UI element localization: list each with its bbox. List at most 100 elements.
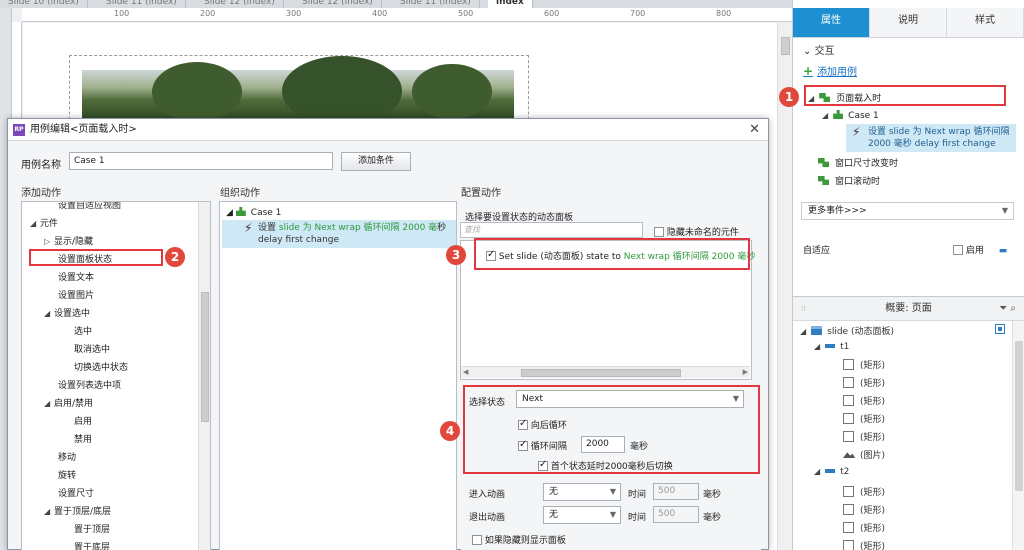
interval-input[interactable]: 2000 (581, 436, 625, 453)
editor-tab-active[interactable]: index (488, 0, 533, 8)
case-name-input[interactable]: Case 1 (69, 152, 333, 170)
enter-animation-dropdown[interactable]: 无 ▼ (543, 483, 621, 501)
outline-item[interactable]: (矩形) (843, 521, 885, 534)
action-tree-item-label: 选中 (74, 327, 93, 337)
tab-style[interactable]: 样式 (947, 8, 1024, 37)
action-tree-item[interactable]: 设置尺寸 (58, 486, 94, 499)
action-tree-item[interactable]: 启用 (74, 414, 92, 427)
action-tree-item[interactable]: ◢ 置于顶层/底层 (44, 504, 111, 517)
action-tree-item[interactable]: ◢ 元件 (30, 216, 58, 229)
image-icon (843, 452, 855, 458)
outline-item[interactable]: (矩形) (843, 430, 885, 443)
org-case-row[interactable]: ◢ Case 1 (226, 207, 281, 218)
event-window-resize[interactable]: 窗口尺寸改变时 (818, 156, 898, 169)
slide-photo[interactable] (82, 56, 514, 126)
wrap-checkbox[interactable]: 向后循环 (518, 418, 567, 431)
filter-icon[interactable]: ⏷ (999, 303, 1007, 314)
action-tree-item[interactable]: 设置列表选中项 (58, 378, 121, 391)
case-row[interactable]: ◢ Case 1 (822, 110, 879, 121)
action-tree-item-label: 移动 (58, 453, 77, 463)
editor-tab[interactable]: Slide 10 (index) (0, 0, 88, 8)
outline-item[interactable]: (矩形) (843, 503, 885, 516)
add-condition-button[interactable]: 添加条件 (341, 152, 411, 171)
action-tree-item[interactable]: ◢ 启用/禁用 (44, 396, 93, 409)
editor-tab[interactable]: Slide 11 (index) (98, 0, 186, 8)
plus-icon: + (803, 64, 814, 78)
rectangle-icon (843, 431, 854, 442)
close-icon[interactable]: ✕ (749, 119, 760, 141)
action-tree-item[interactable]: 旋转 (58, 468, 76, 481)
tab-notes[interactable]: 说明 (870, 8, 947, 37)
more-events-dropdown[interactable]: 更多事件>>> ▼ (801, 202, 1014, 220)
outline-item[interactable]: (矩形) (843, 358, 885, 371)
show-if-hidden-checkbox[interactable]: 如果隐藏则显示面板 (472, 533, 566, 546)
devices-icon[interactable]: ▬ (999, 246, 1008, 256)
action-tree-item-label: 设置自适应视图 (58, 201, 122, 211)
action-tree-item[interactable]: 切换选中状态 (74, 360, 128, 373)
arrow-right-icon[interactable]: ▶ (743, 368, 748, 376)
outline-item-state[interactable]: ◢ t2 (814, 467, 849, 477)
hide-unnamed-checkbox[interactable]: 隐藏未命名的元件 (654, 225, 739, 238)
org-action-row[interactable]: ⚡ 设置 slide 为 Next wrap 循环间隔 2000 毫秒 dela… (222, 220, 456, 248)
first-delay-checkbox[interactable]: 首个状态延时2000毫秒后切换 (538, 459, 673, 472)
expand-triangle-icon: ◢ (822, 111, 829, 120)
action-tree-item[interactable]: 移动 (58, 450, 76, 463)
configure-action-header: 配置动作 (461, 188, 501, 199)
dialog-title-bar[interactable]: RP 用例编辑<页面载入时> ✕ (8, 119, 768, 141)
editor-tab[interactable]: Slide 11 (index) (392, 0, 480, 8)
action-tree-item-label: 启用 (74, 417, 93, 427)
action-tree-item[interactable]: ▷ 显示/隐藏 (44, 234, 93, 247)
action-tree-item[interactable]: 禁用 (74, 432, 92, 445)
outline-item[interactable]: (矩形) (843, 394, 885, 407)
panel-search-input[interactable]: 查找 (460, 222, 643, 238)
expand-triangle-icon[interactable]: ◢ (44, 309, 54, 318)
add-case-link[interactable]: + 添加用例 (803, 63, 857, 78)
expand-triangle-icon[interactable]: ◢ (30, 219, 40, 228)
interaction-section-header[interactable]: ⌄ 交互 (803, 42, 835, 57)
event-window-scroll[interactable]: 窗口滚动时 (818, 174, 880, 187)
outline-item[interactable]: (矩形) (843, 412, 885, 425)
state-list-hscrollbar[interactable]: ◀ ▶ (461, 366, 750, 378)
ruler-tick-label: 200 (200, 9, 216, 18)
collapsed-triangle-icon[interactable]: ▷ (44, 237, 54, 246)
expand-triangle-icon[interactable]: ◢ (44, 399, 54, 408)
enter-time-input[interactable]: 500 (653, 483, 699, 500)
action-tree-item-label: 禁用 (74, 435, 93, 445)
action-tree-item[interactable]: 设置图片 (58, 288, 94, 301)
expand-triangle-icon: ◢ (800, 327, 807, 336)
action-tree-item-label: 设置列表选中项 (58, 381, 122, 391)
outline-scrollbar[interactable] (1012, 321, 1024, 550)
expand-triangle-icon[interactable]: ◢ (44, 507, 54, 516)
focus-icon[interactable] (995, 324, 1005, 334)
action-row[interactable]: ⚡ 设置 slide 为 Next wrap 循环间隔 2000 毫秒 dela… (846, 124, 1016, 152)
outline-item[interactable]: (矩形) (843, 485, 885, 498)
ruler-tick-label: 600 (544, 9, 560, 18)
action-tree-item[interactable]: 选中 (74, 324, 92, 337)
action-tree-item[interactable]: 置于底层 (74, 540, 110, 550)
select-state-dropdown[interactable]: Next ▼ (516, 390, 744, 408)
action-tree-scrollbar[interactable] (198, 202, 210, 550)
action-tree-item[interactable]: 取消选中 (74, 342, 110, 355)
grip-icon[interactable]: ⁞⁞ (801, 297, 806, 321)
outline-item[interactable]: (矩形) (843, 376, 885, 389)
expand-triangle-icon: ◢ (226, 208, 236, 218)
adaptive-enable-checkbox[interactable]: 启用 ▬ (953, 243, 1007, 256)
tab-properties[interactable]: 属性 (793, 8, 870, 37)
action-tree-item[interactable]: 设置文本 (58, 270, 94, 283)
arrow-left-icon[interactable]: ◀ (463, 368, 468, 376)
action-tree-item[interactable]: ◢ 设置选中 (44, 306, 90, 319)
outline-item[interactable]: (图片) (843, 448, 885, 461)
outline-item-state[interactable]: ◢ t1 (814, 342, 849, 352)
action-tree-item[interactable]: 置于顶层 (74, 522, 110, 535)
interval-checkbox[interactable]: 循环间隔 (518, 439, 567, 452)
action-tree-item[interactable]: 设置自适应视图 (58, 201, 122, 211)
editor-tab[interactable]: Slide 12 (index) (196, 0, 284, 8)
outline-item-slide[interactable]: ◢ slide (动态面板) (800, 324, 894, 337)
outline-item[interactable]: (矩形) (843, 539, 885, 550)
editor-tab[interactable]: Slide 12 (index) (294, 0, 382, 8)
exit-animation-dropdown[interactable]: 无 ▼ (543, 506, 621, 524)
step-badge-2: 2 (165, 247, 185, 267)
interval-unit: 毫秒 (630, 442, 649, 452)
exit-time-input[interactable]: 500 (653, 506, 699, 523)
search-icon[interactable]: ⌕ (1010, 303, 1016, 314)
